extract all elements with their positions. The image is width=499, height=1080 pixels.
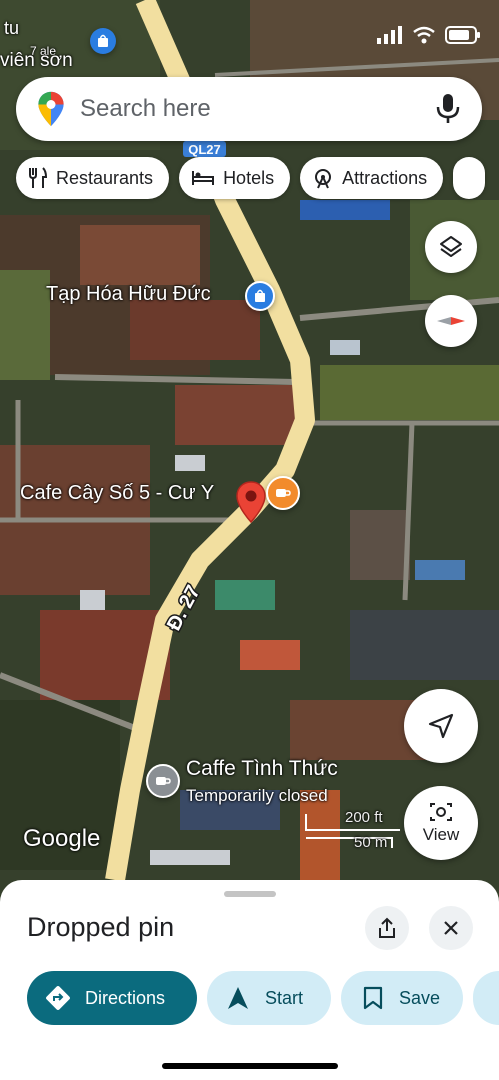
navigation-arrow-icon	[228, 987, 248, 1009]
home-indicator	[162, 1063, 338, 1069]
poi-caffe-label[interactable]: Caffe Tình Thức	[186, 757, 338, 781]
view-button[interactable]: View	[404, 786, 478, 860]
bookmark-icon	[363, 986, 383, 1010]
start-label: Start	[265, 987, 304, 1008]
poi-cafe-label[interactable]: Cafe Cây Số 5 - Cư Y	[20, 482, 260, 505]
battery-icon	[445, 26, 480, 44]
save-button[interactable]: Save	[341, 971, 463, 1025]
google-watermark: Google	[23, 825, 101, 852]
place-bottom-sheet: Dropped pin Directions Start Save	[0, 880, 499, 1080]
scale-m: 50 m	[354, 834, 388, 851]
search-input[interactable]: Search here	[80, 95, 434, 123]
signal-icon	[377, 26, 402, 44]
coffee-cup-icon	[156, 777, 171, 785]
drag-handle[interactable]	[224, 891, 276, 897]
compass-button[interactable]	[425, 295, 477, 347]
bed-icon	[192, 171, 215, 185]
my-location-button[interactable]	[404, 689, 478, 763]
store-marker-top[interactable]	[90, 28, 116, 54]
navigation-arrow-icon	[428, 713, 454, 739]
shopping-bag-icon	[255, 289, 265, 302]
save-label: Save	[399, 987, 441, 1008]
road-badge: QL27	[188, 142, 221, 157]
chip-label: Restaurants	[56, 167, 154, 188]
cafe-marker[interactable]	[266, 476, 300, 510]
status-bar	[377, 26, 481, 44]
chip-attractions[interactable]: Attractions	[300, 157, 444, 199]
view-label: View	[422, 825, 460, 844]
microphone-icon[interactable]	[434, 92, 462, 126]
dropped-pin-icon[interactable]	[234, 480, 268, 524]
share-button[interactable]	[365, 906, 409, 950]
layers-icon	[440, 236, 462, 257]
ferris-wheel-icon	[315, 169, 332, 189]
fork-knife-icon	[29, 167, 48, 188]
directions-label: Directions	[85, 987, 166, 1008]
store-marker[interactable]	[245, 281, 275, 311]
close-button[interactable]	[429, 906, 473, 950]
poi-caffe-status: Temporarily closed	[186, 786, 328, 805]
map-label-top-2: viên sơn	[0, 50, 73, 71]
chip-hotels[interactable]: Hotels	[179, 157, 291, 199]
more-actions-button[interactable]	[473, 971, 499, 1025]
chip-more[interactable]	[453, 157, 486, 199]
start-button[interactable]: Start	[207, 971, 331, 1025]
map-label-top-1: tu	[4, 18, 20, 38]
chip-label: Attractions	[342, 167, 428, 188]
close-icon	[444, 921, 458, 935]
wifi-icon	[413, 26, 435, 44]
scale-ft: 200 ft	[345, 809, 383, 826]
caffe-marker[interactable]	[146, 764, 180, 798]
place-title: Dropped pin	[27, 912, 175, 942]
shopping-bag-icon	[98, 34, 108, 47]
compass-icon	[437, 317, 465, 325]
layers-button[interactable]	[425, 221, 477, 273]
directions-button[interactable]: Directions	[27, 971, 197, 1025]
share-icon	[379, 917, 395, 938]
poi-store-label[interactable]: Tạp Hóa Hữu Đức	[46, 283, 211, 306]
category-chips: Restaurants Hotels Attractions	[16, 157, 486, 199]
chip-restaurants[interactable]: Restaurants	[16, 157, 170, 199]
chip-label: Hotels	[223, 167, 275, 188]
coffee-cup-icon	[276, 489, 291, 497]
maps-logo-icon	[38, 91, 64, 127]
camera-icon	[430, 803, 452, 821]
directions-icon	[46, 986, 70, 1010]
search-bar[interactable]: Search here	[16, 77, 482, 141]
